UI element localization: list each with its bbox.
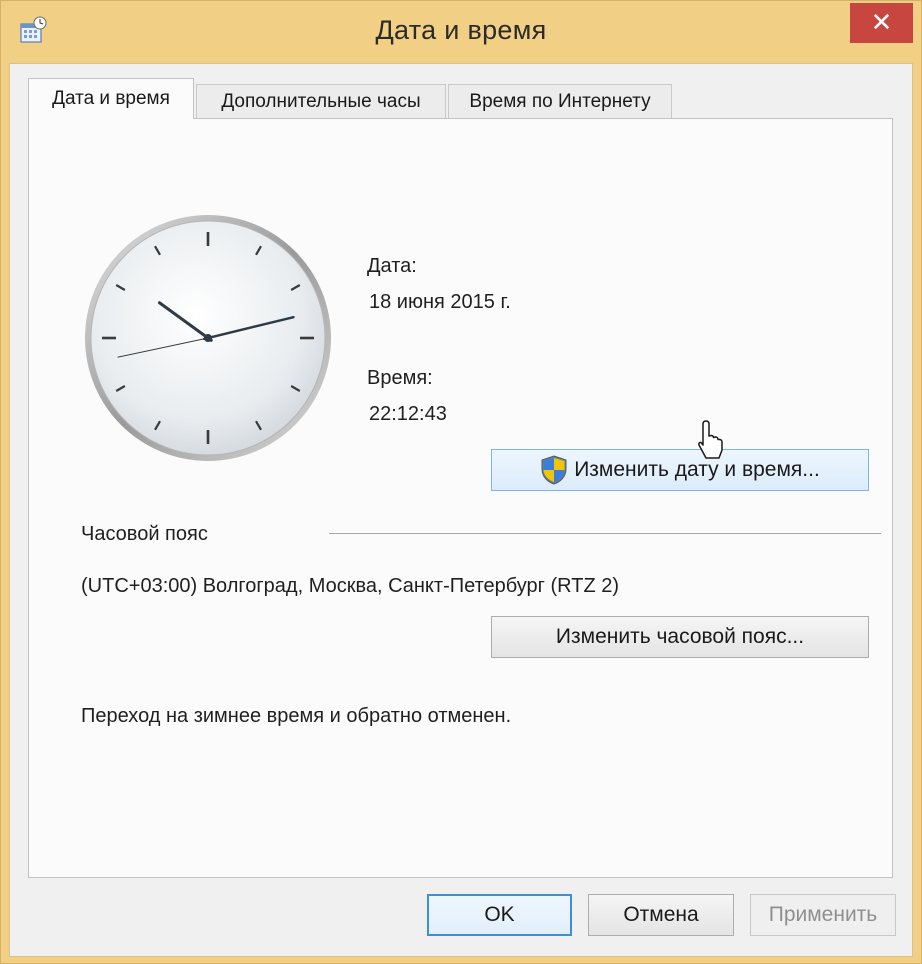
cancel-button[interactable]: Отмена bbox=[588, 894, 734, 936]
tab-internet-time[interactable]: Время по Интернету bbox=[448, 84, 672, 118]
mouse-pointer-icon bbox=[698, 420, 723, 459]
dst-note: Переход на зимнее время и обратно отмене… bbox=[81, 705, 512, 727]
timezone-separator bbox=[329, 533, 881, 534]
close-icon: ✕ bbox=[870, 8, 893, 38]
timezone-section-label: Часовой пояс bbox=[81, 523, 208, 545]
tab-additional-clocks[interactable]: Дополнительные часы bbox=[196, 84, 446, 118]
dialog-client-area: Дата и время Дополнительные часы Время п… bbox=[9, 63, 913, 957]
tab-date-time[interactable]: Дата и время bbox=[28, 78, 194, 119]
change-date-time-button[interactable]: Изменить дату и время... bbox=[491, 449, 869, 491]
apply-button[interactable]: Применить bbox=[750, 894, 896, 936]
change-date-time-label: Изменить дату и время... bbox=[574, 458, 820, 481]
time-value: 22:12:43 bbox=[369, 403, 447, 425]
ok-button[interactable]: OK bbox=[427, 894, 572, 936]
window-title: Дата и время bbox=[375, 15, 547, 45]
tab-panel: Дата: 18 июня 2015 г. Время: 22:12:43 Из… bbox=[28, 118, 893, 878]
timezone-value: (UTC+03:00) Волгоград, Москва, Санкт-Пет… bbox=[81, 575, 620, 597]
change-timezone-button[interactable]: Изменить часовой пояс... bbox=[491, 616, 869, 658]
analog-clock-icon bbox=[85, 215, 331, 461]
time-label: Время: bbox=[367, 367, 433, 389]
date-value: 18 июня 2015 г. bbox=[369, 291, 511, 313]
dialog-window: Дата и время ✕ Дата и время Дополнительн… bbox=[0, 0, 922, 964]
clock-center-pin bbox=[204, 334, 212, 342]
close-button[interactable]: ✕ bbox=[850, 3, 913, 43]
uac-shield-icon bbox=[541, 455, 567, 485]
date-label: Дата: bbox=[367, 255, 417, 277]
